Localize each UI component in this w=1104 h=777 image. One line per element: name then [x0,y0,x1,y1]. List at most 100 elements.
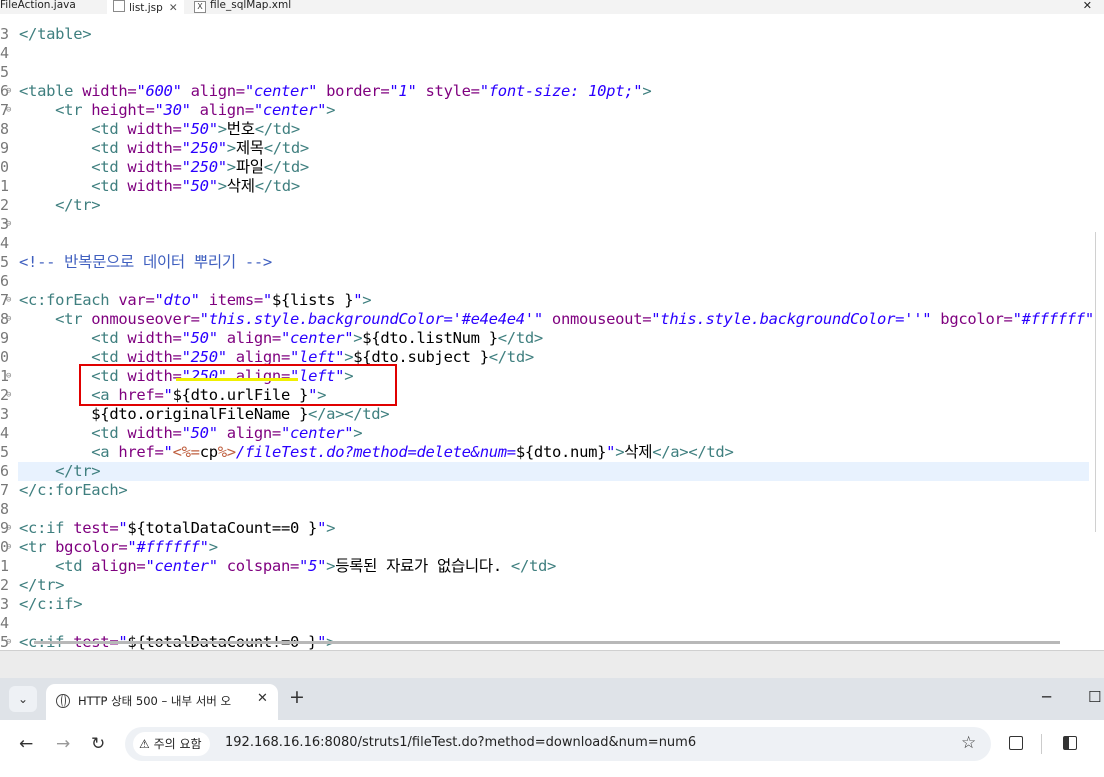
url-text[interactable]: 192.168.16.16:8080/struts1/fileTest.do?m… [225,735,696,750]
tab-close-icon[interactable]: ✕ [257,691,268,706]
code-token: </c:if> [19,595,83,613]
fold-toggle-icon[interactable]: ⊖ [6,386,11,405]
code-line[interactable]: 7 </c:forEach> [0,481,1104,500]
code-token: <tr [19,538,56,556]
code-token: </a></td> [308,405,390,423]
extensions-icon[interactable] [1009,736,1023,750]
code-line[interactable]: 3 ⊖ [0,215,1104,234]
fold-toggle-icon[interactable]: ⊖ [6,538,11,557]
code-line[interactable]: 4 <td width="50" align="center"> [0,424,1104,443]
fold-toggle-icon[interactable]: ⊖ [6,310,11,329]
browser-tab[interactable]: HTTP 상태 500 – 내부 서버 오 ✕ [46,684,278,720]
tab-list-jsp[interactable]: list.jsp ✕ [107,0,184,14]
code-line[interactable]: 1 <td width="50">삭제</td> [0,177,1104,196]
editor-close-icon[interactable]: ✕ [1083,0,1092,12]
highlight-box [79,364,397,406]
code-token: "#ffffff" [127,538,209,556]
code-token: > [226,158,236,176]
line-number: 6 [0,272,18,291]
browser-toolbar: ← → ↻ ⚠ 주의 요함 192.168.16.16:8080/struts1… [0,720,1104,777]
code-token: "center" [145,557,218,575]
code-line[interactable]: 2 </tr> [0,576,1104,595]
code-token: "this.style.backgroundColor='#e4e4e4'" [199,310,544,328]
code-line[interactable]: 2 </tr> [0,196,1104,215]
bookmark-star-icon[interactable]: ☆ [961,733,976,753]
fold-toggle-icon[interactable]: ⊖ [6,82,11,101]
code-line[interactable]: 5 <!-- 반복문으로 데이터 뿌리기 --> [0,253,1104,272]
code-line[interactable]: 9 <td width="250">제목</td> [0,139,1104,158]
line-number: 7 ⊖ [0,101,18,120]
code-line[interactable]: 6 </tr> [0,462,1089,481]
line-number-text: 5 [0,253,10,271]
code-token: "50" [181,120,218,138]
code-token: <c:if [19,519,74,537]
line-number: 5 ⊖ [0,633,18,650]
forward-button[interactable]: → [56,734,70,754]
line-number-text: 0 [0,348,10,366]
line-number: 1 [0,177,18,196]
jsp-file-icon [113,0,125,12]
code-token: <td [19,120,128,138]
code-text: </table> [19,25,92,44]
code-line[interactable]: 6 ⊖ <table width="600" align="center" bord… [0,82,1104,101]
code-token: <td [19,329,128,347]
horizontal-scrollbar[interactable] [34,641,1060,644]
fold-toggle-icon[interactable]: ⊖ [6,519,11,538]
code-line[interactable]: 8 <td width="50">번호</td> [0,120,1104,139]
code-line[interactable]: 0 <td width="250">파일</td> [0,158,1104,177]
code-line[interactable]: 5 <a href="<%=cp%>/fileTest.do?method=de… [0,443,1104,462]
back-button[interactable]: ← [19,734,33,754]
code-line[interactable]: 3 </table> [0,25,1104,44]
fold-toggle-icon[interactable]: ⊖ [6,367,11,386]
code-line[interactable]: 9 ⊖ <c:if test="${totalDataCount==0 }"> [0,519,1104,538]
code-token: > [326,519,336,537]
new-tab-button[interactable]: + [289,687,305,707]
code-line[interactable]: 8 [0,500,1104,519]
code-token: "center" [244,82,318,100]
fold-toggle-icon[interactable]: ⊖ [6,101,11,120]
tab-file-sqlmap-xml[interactable]: Xfile_sqlMap.xml [194,0,291,14]
highlight-underline [176,378,298,381]
fold-toggle-icon[interactable]: ⊖ [6,215,11,234]
code-line[interactable]: 4 [0,44,1104,63]
code-line[interactable]: 1 <td align="center" colspan="5">등록된 자료가… [0,557,1104,576]
vertical-scrollbar[interactable] [1095,232,1104,532]
fold-toggle-icon[interactable]: ⊖ [6,291,11,310]
code-token: cp [199,443,218,461]
code-token: > [326,557,336,575]
code-line[interactable]: 5 [0,63,1104,82]
maximize-icon[interactable]: ☐ [1088,688,1101,706]
code-line[interactable]: 3 </c:if> [0,595,1104,614]
code-text: <a href="<%=cp%>/fileTest.do?method=dele… [19,443,734,462]
reload-button[interactable]: ↻ [91,734,105,754]
code-token: %> [217,443,236,461]
code-text: <td width="50">번호</td> [19,120,300,139]
code-line[interactable]: 3 ${dto.originalFileName }</a></td> [0,405,1104,424]
line-number: 1 [0,557,18,576]
line-number: 2 [0,576,18,595]
code-token: /fileTest.do?method=delete&num= [235,443,516,461]
code-token: align= [217,329,282,347]
tab-search-button[interactable]: ⌄ [9,686,37,712]
tab-fileaction-java[interactable]: FileAction.java [0,0,76,14]
side-panel-icon[interactable] [1063,736,1077,750]
line-number-text: 4 [0,234,10,252]
code-line[interactable]: 0 ⊖ <tr bgcolor="#ffffff"> [0,538,1104,557]
code-line[interactable]: 4 [0,234,1104,253]
fold-toggle-icon[interactable]: ⊖ [6,633,11,650]
code-editor[interactable]: 3 </table> 4 5 6 ⊖ <table width="600" align="c… [0,14,1104,650]
line-number-text: 1 [0,177,10,195]
line-number: 9 [0,329,18,348]
code-token: width= [82,82,137,100]
code-line[interactable]: 7 ⊖ <c:forEach var="dto" items="${lists }"… [0,291,1104,310]
code-line[interactable]: 4 [0,614,1104,633]
line-number: 4 [0,234,18,253]
code-line[interactable]: 6 [0,272,1104,291]
code-line[interactable]: 8 ⊖ <tr onmouseover="this.style.backgroun… [0,310,1104,329]
code-line[interactable]: 7 ⊖ <tr height="30" align="center"> [0,101,1104,120]
close-icon[interactable]: ✕ [169,2,178,14]
address-bar[interactable]: ⚠ 주의 요함 192.168.16.16:8080/struts1/fileT… [125,727,991,761]
security-chip[interactable]: ⚠ 주의 요함 [133,732,210,756]
minimize-icon[interactable]: ─ [1042,688,1051,706]
code-line[interactable]: 9 <td width="50" align="center">${dto.li… [0,329,1104,348]
